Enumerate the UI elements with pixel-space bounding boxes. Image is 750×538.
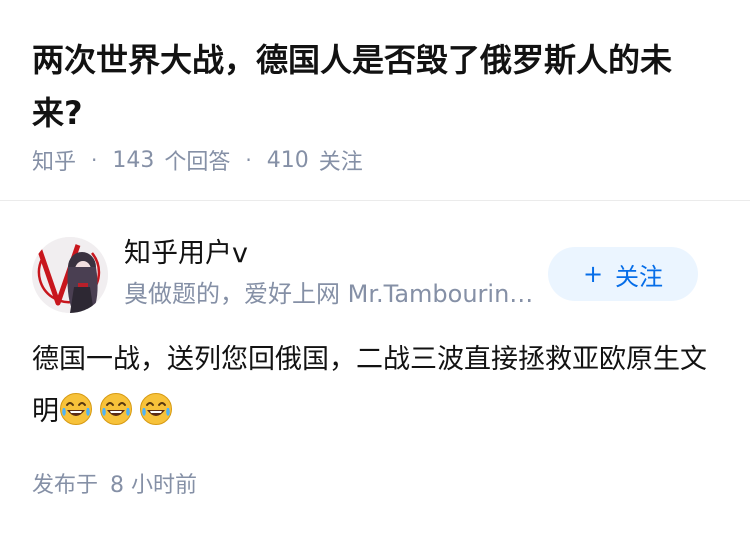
laughing-tears-icon — [99, 392, 133, 444]
follow-button-label: 关注 — [615, 262, 664, 291]
answer-text: 德国一战，送列您回俄国，二战三波直接拯救亚欧原生文明 — [32, 344, 707, 427]
avatar[interactable] — [32, 237, 108, 313]
meta-separator: · — [91, 148, 98, 172]
divider — [0, 200, 750, 201]
follow-button[interactable]: + 关注 — [548, 247, 698, 301]
answer-time: 发布于 8 小时前 — [32, 468, 197, 504]
answer-content[interactable]: 德国一战，送列您回俄国，二战三波直接拯救亚欧原生文明 — [32, 334, 722, 444]
followers-label: 关注 — [318, 150, 363, 175]
posted-label: 发布于 — [32, 473, 99, 498]
answers-label: 个回答 — [164, 150, 231, 175]
posted-time: 8 小时前 — [110, 473, 198, 498]
question-title[interactable]: 两次世界大战，德国人是否毁了俄罗斯人的未来? — [32, 34, 722, 140]
plus-icon: + — [582, 260, 604, 288]
avatar-image — [32, 237, 108, 313]
meta-separator: · — [245, 148, 252, 172]
answer-card: 两次世界大战，德国人是否毁了俄罗斯人的未来? 知乎 · 143 个回答 · 41… — [0, 0, 750, 538]
answers-count: 143 — [112, 147, 155, 173]
followers-count: 410 — [266, 147, 309, 173]
author-name[interactable]: 知乎用户v — [124, 236, 248, 272]
author-bio: 臭做题的，爱好上网 Mr.Tambourine Man — [124, 280, 534, 308]
laughing-tears-icon — [59, 392, 93, 444]
question-meta: 知乎 · 143 个回答 · 410 关注 — [32, 140, 363, 180]
laughing-tears-icon — [139, 392, 173, 444]
source-label[interactable]: 知乎 — [32, 144, 76, 176]
